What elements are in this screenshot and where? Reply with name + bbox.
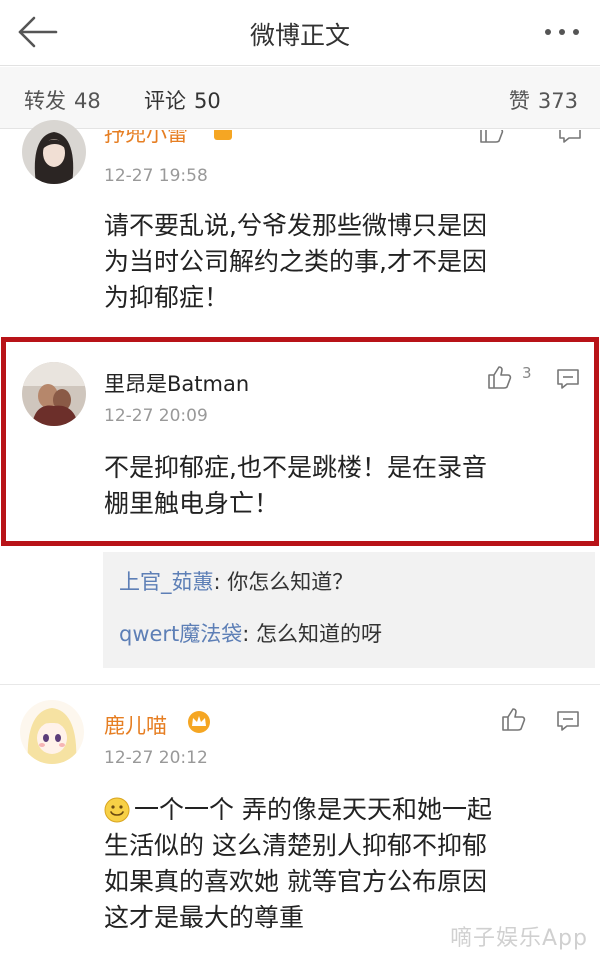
watermark: 嘀子娱乐App <box>450 926 588 951</box>
comment-bubble-icon[interactable] <box>556 710 580 732</box>
comment-bubble-icon[interactable] <box>558 130 582 144</box>
like-count: 373 <box>537 89 578 113</box>
comment-time: 12-27 20:09 <box>104 406 208 426</box>
comment-label: 评论 <box>144 89 186 113</box>
repost-label: 转发 <box>24 89 66 113</box>
reply-item[interactable]: qwert魔法袋: 怎么知道的呀 <box>119 618 382 648</box>
reply-text: : 你怎么知道？ <box>213 570 354 594</box>
more-dots-icon[interactable] <box>542 22 582 42</box>
avatar[interactable] <box>22 362 86 426</box>
avatar-anime-image <box>20 700 84 764</box>
reply-username[interactable]: 上官_茹蕙 <box>119 570 214 594</box>
comment-username[interactable]: 鹿儿喵 <box>104 710 167 740</box>
reply-username[interactable]: qwert魔法袋 <box>119 622 242 646</box>
comment-text-line: 为抑郁症！ <box>104 283 230 312</box>
avatar-couple-image <box>22 362 86 426</box>
thumbs-up-icon[interactable] <box>478 130 504 144</box>
comment-text-line: 如果真的喜欢她 就等官方公布原因 <box>104 867 487 896</box>
comment-time: 12-27 20:12 <box>104 748 208 768</box>
crown-icon <box>214 130 232 140</box>
comment-username[interactable]: 里昂是Batman <box>104 368 249 398</box>
repost-count: 48 <box>74 89 101 113</box>
divider <box>0 684 600 685</box>
comment-username[interactable]: 抒兜小雷 <box>104 130 188 144</box>
avatar[interactable] <box>20 700 84 764</box>
page-title: 微博正文 <box>249 21 350 50</box>
comment-text-line: 不是抑郁症,也不是跳楼！是在录音 <box>104 453 487 482</box>
comment-bubble-icon[interactable] <box>556 368 580 390</box>
comment-text-line: 请不要乱说,兮爷发那些微博只是因 <box>104 211 487 240</box>
comment-text: 一个一个 弄的像是天天和她一起 生活似的 这么清楚别人抑郁不抑郁 如果真的喜欢她… <box>104 792 584 936</box>
stats-bar: 转发 48 评论 50 赞 373 <box>0 67 600 129</box>
like-label: 赞 <box>508 89 530 113</box>
thumbs-up-icon[interactable] <box>500 706 526 732</box>
comment-text: 请不要乱说,兮爷发那些微博只是因 为当时公司解约之类的事,才不是因 为抑郁症！ <box>104 208 574 316</box>
comment-text-line: 生活似的 这么清楚别人抑郁不抑郁 <box>104 831 487 860</box>
replies-box: 上官_茹蕙: 你怎么知道？ qwert魔法袋: 怎么知道的呀 <box>103 552 595 668</box>
like-count: 3 <box>522 364 532 382</box>
comment-time: 12-27 19:58 <box>104 166 208 186</box>
comment-text-line: 为当时公司解约之类的事,才不是因 <box>104 247 487 276</box>
comment-count: 50 <box>194 89 221 113</box>
reply-text: : 怎么知道的呀 <box>242 622 383 646</box>
comment-text: 不是抑郁症,也不是跳楼！是在录音 棚里触电身亡！ <box>104 450 574 522</box>
comment-text-line: 一个一个 弄的像是天天和她一起 <box>104 792 584 828</box>
crown-icon <box>188 711 210 733</box>
tab-repost[interactable]: 转发 48 <box>24 85 101 115</box>
top-bar: 微博正文 <box>0 0 600 66</box>
thumbs-up-icon[interactable] <box>486 364 512 390</box>
tab-comment[interactable]: 评论 50 <box>144 85 221 115</box>
comment-text-line-content: 一个一个 弄的像是天天和她一起 <box>134 795 492 824</box>
reply-item[interactable]: 上官_茹蕙: 你怎么知道？ <box>119 566 353 596</box>
comment-text-line: 棚里触电身亡！ <box>104 489 280 518</box>
tab-like[interactable]: 赞 373 <box>509 85 578 115</box>
